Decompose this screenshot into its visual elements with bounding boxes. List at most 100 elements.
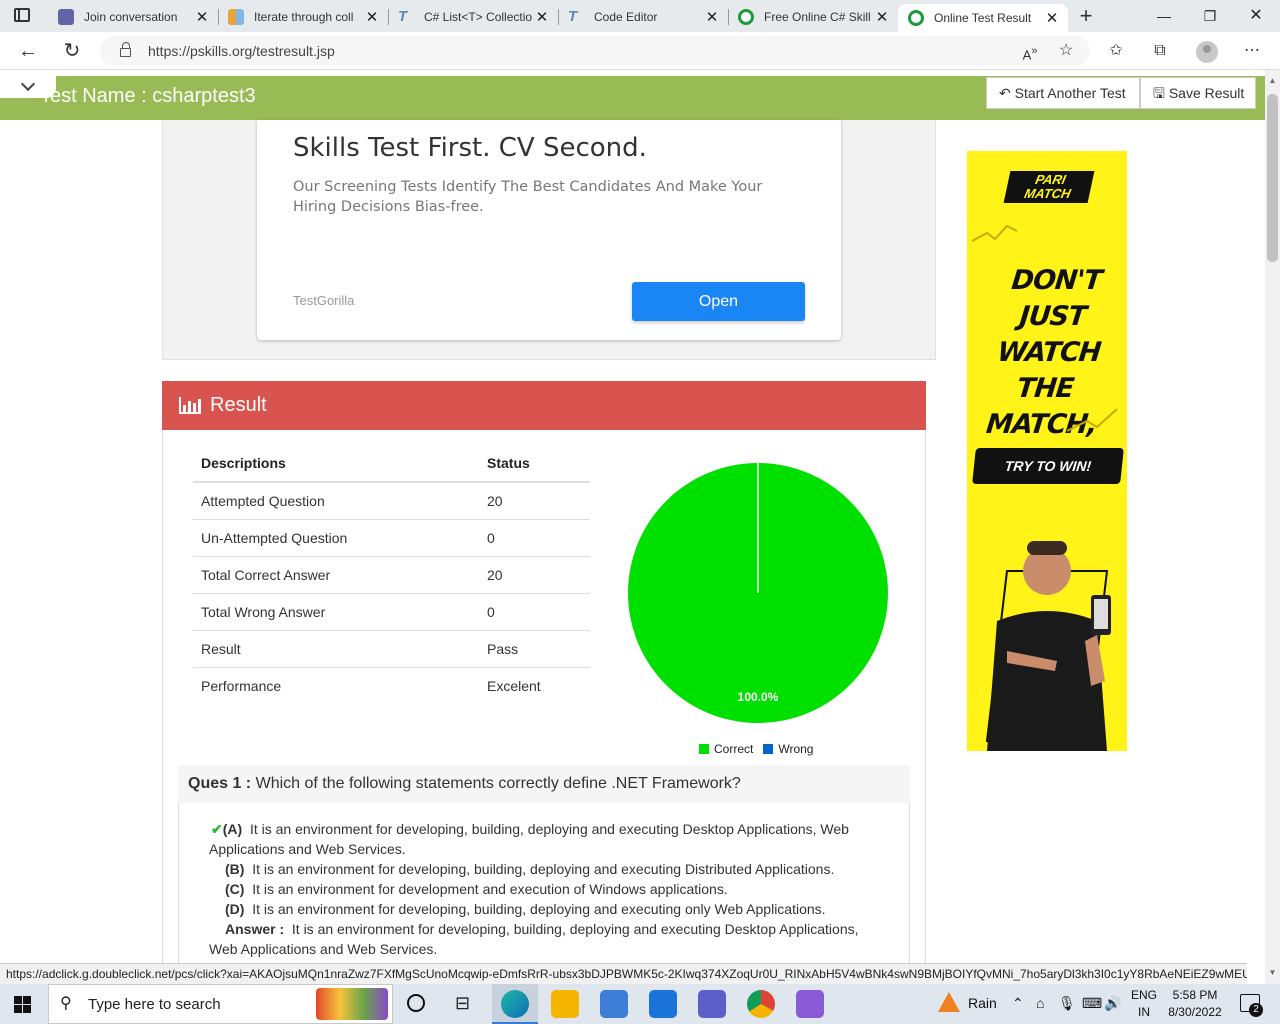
checkmark-icon: ✔ xyxy=(211,821,223,837)
save-disk-icon: 🖫 xyxy=(1153,85,1165,101)
column-header: Status xyxy=(479,445,590,483)
cortana-icon[interactable] xyxy=(407,994,425,1012)
chrome-icon[interactable] xyxy=(747,990,775,1018)
clock[interactable]: 5:58 PM 8/30/2022 xyxy=(1164,987,1226,1021)
tab-label: Online Test Result xyxy=(934,11,1032,25)
task-view-icon[interactable]: ⊟ xyxy=(455,993,470,1014)
logo-text: PARI xyxy=(1033,172,1068,187)
minimize-icon[interactable]: — xyxy=(1141,4,1187,28)
mail-icon[interactable] xyxy=(649,990,677,1018)
restore-icon[interactable]: ❐ xyxy=(1187,4,1233,28)
close-icon[interactable]: ✕ xyxy=(532,8,552,26)
volume-icon[interactable]: 🔊 xyxy=(1104,995,1121,1012)
meet-now-icon[interactable]: ⌂ xyxy=(1036,995,1044,1011)
cell-status: 20 xyxy=(479,482,590,520)
tab-list-collection[interactable]: T C# List<T> Collectio ✕ xyxy=(388,4,558,30)
option-text: It is an environment for development and… xyxy=(252,881,728,897)
option-key: (B) xyxy=(225,861,245,877)
profile-avatar[interactable] xyxy=(1196,41,1218,63)
search-icon: ⚲ xyxy=(60,995,72,1012)
legend-label: Correct xyxy=(714,742,754,756)
collections-icon[interactable]: ⧉ xyxy=(1148,41,1172,61)
network-icon[interactable]: ⌨ xyxy=(1082,995,1102,1012)
clock-time: 5:58 PM xyxy=(1172,988,1218,1002)
ad-headline: DON'T JUST WATCH THE MATCH, PLAY IT! xyxy=(978,265,1103,476)
close-window-icon[interactable]: ✕ xyxy=(1233,4,1279,28)
close-icon[interactable]: ✕ xyxy=(192,8,212,26)
option-text: It is an environment for developing, bui… xyxy=(252,861,835,877)
refresh-icon[interactable]: ↻ xyxy=(58,39,86,63)
cell-status: Pass xyxy=(479,630,590,668)
tutorialsteacher-icon: T xyxy=(398,8,408,25)
scroll-down-icon[interactable]: ▼ xyxy=(1267,968,1278,977)
add-favorite-icon[interactable]: ☆ xyxy=(1054,41,1078,61)
lang-code: ENG xyxy=(1130,988,1157,1002)
read-aloud-icon[interactable]: A» xyxy=(1018,41,1042,65)
scroll-up-icon[interactable]: ▲ xyxy=(1267,76,1278,85)
tab-label: Free Online C# Skill xyxy=(764,10,871,24)
side-ad[interactable]: PARIMATCH DON'T JUST WATCH THE MATCH, PL… xyxy=(967,151,1127,751)
save-result-button[interactable]: 🖫 Save Result xyxy=(1140,77,1256,109)
question-text: Which of the following statements correc… xyxy=(255,775,741,792)
option-key: (D) xyxy=(225,901,245,917)
close-icon[interactable]: ✕ xyxy=(872,8,892,26)
tab-label: Join conversation xyxy=(84,10,178,24)
answer-label: Answer : xyxy=(225,921,285,937)
tab-actions-icon[interactable] xyxy=(14,8,30,22)
chevron-up-icon[interactable]: ⌃ xyxy=(1012,995,1024,1012)
pie-data-label: 100.0% xyxy=(738,690,779,704)
answer-text: It is an environment for developing, bui… xyxy=(209,921,859,957)
legend-item-correct[interactable]: Correct xyxy=(699,742,753,756)
teams-icon xyxy=(58,9,74,25)
new-tab-plus-icon[interactable]: + xyxy=(1074,4,1098,28)
option-key: (A) xyxy=(222,821,243,837)
close-icon[interactable]: ✕ xyxy=(702,8,722,26)
language-indicator[interactable]: ENG IN xyxy=(1128,987,1160,1021)
tab-online-test-result[interactable]: Online Test Result ✕ xyxy=(898,4,1068,32)
option-d: (D) It is an environment for developing,… xyxy=(225,899,905,919)
legend-item-wrong[interactable]: Wrong xyxy=(763,742,813,756)
tab-iterate[interactable]: Iterate through coll ✕ xyxy=(218,4,388,30)
test-name: Test Name : csharptest3 xyxy=(40,85,256,107)
scrollbar-thumb[interactable] xyxy=(1267,94,1278,262)
question-header: Ques 1 : Which of the following statemen… xyxy=(178,765,910,803)
ad-person-image xyxy=(985,541,1111,751)
tab-free-online-skill[interactable]: Free Online C# Skill ✕ xyxy=(728,4,898,30)
option-key: (C) xyxy=(225,881,245,897)
more-menu-icon[interactable]: ⋯ xyxy=(1240,41,1264,61)
tab-strip: Join conversation ✕ Iterate through coll… xyxy=(0,0,1280,32)
tab-join-conversation[interactable]: Join conversation ✕ xyxy=(48,4,218,30)
back-arrow-icon[interactable]: ← xyxy=(14,39,42,63)
tab-code-editor[interactable]: T Code Editor ✕ xyxy=(558,4,728,30)
cell-description: Total Correct Answer xyxy=(193,556,479,594)
address-bar: ← ↻ https://pskills.org/testresult.jsp A… xyxy=(0,32,1280,70)
close-icon[interactable]: ✕ xyxy=(1042,9,1062,27)
table-header-row: Descriptions Status xyxy=(193,445,590,483)
start-another-test-button[interactable]: ↶ Start Another Test xyxy=(986,77,1140,109)
button-label: Save Result xyxy=(1168,85,1245,101)
ad-open-button[interactable]: Open xyxy=(632,282,805,321)
weather-text[interactable]: Rain xyxy=(968,995,997,1011)
cell-status: 0 xyxy=(479,593,590,631)
pskills-icon xyxy=(738,9,754,25)
close-icon[interactable]: ✕ xyxy=(362,8,382,26)
cell-description: Performance xyxy=(201,677,282,694)
store-icon[interactable] xyxy=(600,990,628,1018)
url-field[interactable]: https://pskills.org/testresult.jsp xyxy=(100,36,1090,66)
option-b: (B) It is an environment for developing,… xyxy=(225,859,905,879)
windows-start-icon[interactable] xyxy=(14,996,31,1013)
teams-taskbar-icon[interactable] xyxy=(698,990,726,1018)
ad-cta-button[interactable]: TRY TO WIN! xyxy=(972,448,1124,484)
visual-studio-icon[interactable] xyxy=(796,990,824,1018)
microphone-icon[interactable]: 🎙 xyxy=(1058,995,1076,1012)
result-header xyxy=(162,381,926,430)
favorites-icon[interactable]: ✩ xyxy=(1104,41,1128,61)
option-c: (C) It is an environment for development… xyxy=(225,879,905,899)
table-row: Un-Attempted Question 0 xyxy=(193,519,590,557)
table-row: Performance Excelent xyxy=(193,667,590,704)
result-pie-chart: 100.0% xyxy=(628,463,888,723)
lang-region: IN xyxy=(1138,1005,1150,1019)
file-explorer-icon[interactable] xyxy=(551,990,579,1018)
search-placeholder: Type here to search xyxy=(88,996,221,1013)
collapse-chevron-icon[interactable] xyxy=(0,76,56,98)
